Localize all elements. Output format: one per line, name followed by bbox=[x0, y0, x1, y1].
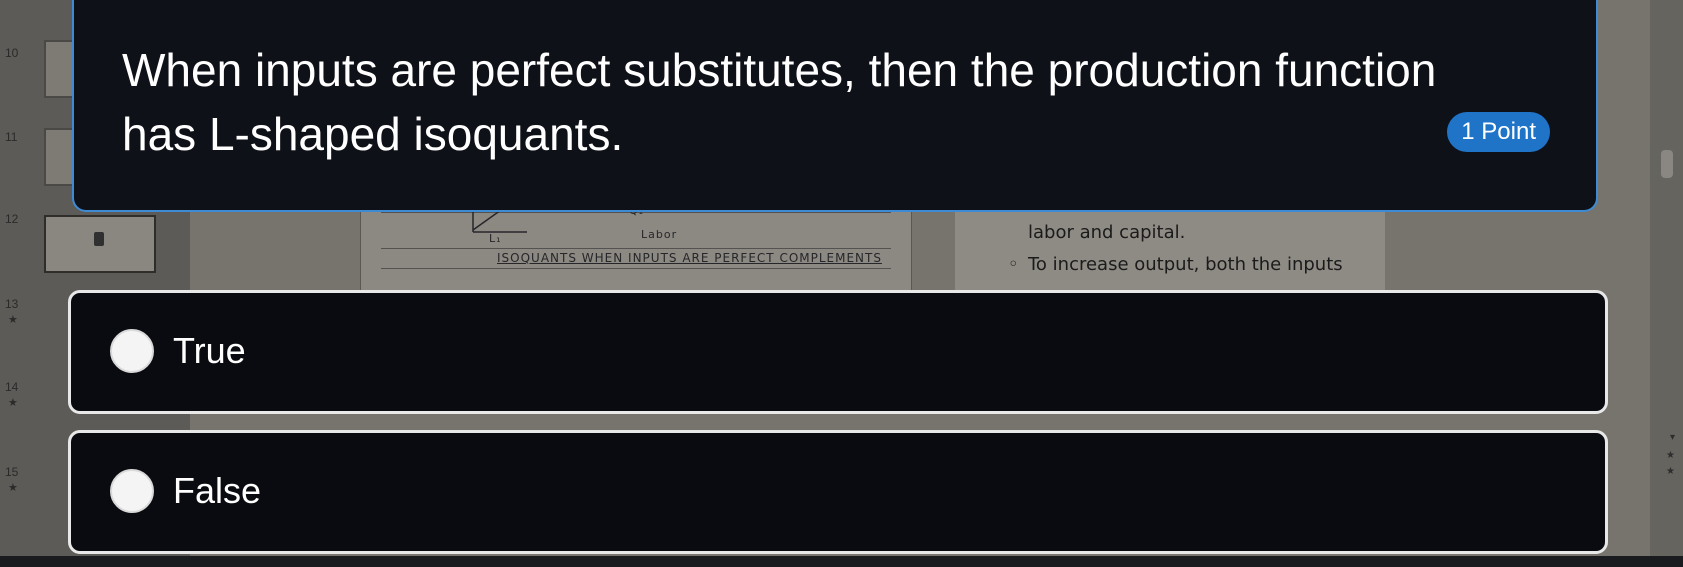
document-icon bbox=[94, 232, 104, 246]
scrollbar-thumb[interactable] bbox=[1661, 150, 1673, 178]
radio-button[interactable] bbox=[110, 469, 154, 513]
star-icon: ★ bbox=[1666, 466, 1675, 477]
sketch-caption: ISOQUANTS WHEN INPUTS ARE PERFECT COMPLE… bbox=[497, 251, 882, 265]
slide-number: 12 bbox=[5, 212, 19, 226]
slide-number: 14 bbox=[5, 380, 19, 394]
question-card: When inputs are perfect substitutes, the… bbox=[72, 0, 1598, 212]
question-text: When inputs are perfect substitutes, the… bbox=[122, 44, 1437, 160]
axis-label: L₁ bbox=[489, 232, 502, 245]
star-icon: ★ bbox=[8, 482, 18, 494]
axis-label: Labor bbox=[641, 228, 678, 241]
bottom-bar bbox=[0, 556, 1683, 567]
slide-number: 13 bbox=[5, 297, 19, 311]
star-icon: ★ bbox=[1666, 450, 1675, 461]
slide-number: 10 bbox=[5, 46, 19, 60]
star-icon: ★ bbox=[8, 314, 18, 326]
star-icon: ★ bbox=[8, 397, 18, 409]
option-label: True bbox=[173, 330, 246, 371]
note-line: To increase output, both the inputs bbox=[1028, 254, 1343, 275]
option-true[interactable]: True bbox=[68, 290, 1608, 414]
slide-number: 15 bbox=[5, 465, 19, 479]
scrollbar[interactable]: ▾ ★ ★ bbox=[1650, 0, 1683, 567]
divider bbox=[381, 268, 891, 269]
notes-panel: labor and capital. ◦ To increase output,… bbox=[955, 200, 1385, 290]
slide-content-sketch: K₁ Q₁ L₁ Labor ISOQUANTS WHEN INPUTS ARE… bbox=[360, 200, 912, 290]
radio-button[interactable] bbox=[110, 329, 154, 373]
option-false[interactable]: False bbox=[68, 430, 1608, 554]
option-label: False bbox=[173, 470, 262, 511]
slide-number: 11 bbox=[5, 130, 18, 144]
slide-thumbnail[interactable] bbox=[44, 215, 156, 273]
divider bbox=[381, 248, 891, 249]
screen: 10 11 12 13 ★ 14 ★ 15 ★ K₁ Q₁ L₁ Labor I… bbox=[0, 0, 1683, 567]
bullet-icon: ◦ bbox=[1008, 254, 1019, 275]
points-badge: 1 Point bbox=[1447, 112, 1550, 152]
note-line: labor and capital. bbox=[1028, 222, 1186, 243]
chevron-down-icon: ▾ bbox=[1669, 432, 1675, 443]
